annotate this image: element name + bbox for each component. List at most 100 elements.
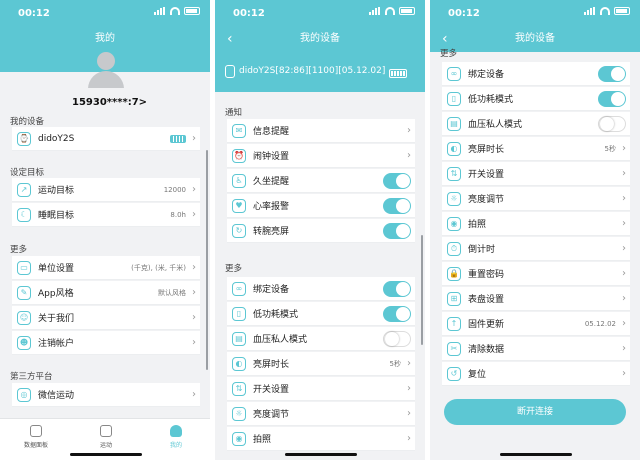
nav-bar: ‹ 我的设备: [215, 26, 425, 52]
row-countdown[interactable]: ⏱ 倒计时 ›: [442, 237, 630, 261]
chevron-right-icon: ›: [622, 243, 626, 254]
back-icon[interactable]: ‹: [227, 26, 233, 52]
chevron-right-icon: ›: [622, 143, 626, 154]
row-restore[interactable]: ↺ 复位 ›: [442, 362, 630, 386]
screen-icon: ◐: [232, 356, 246, 371]
alarm-icon: ⏰: [232, 148, 246, 163]
app-style-value: 默认风格: [158, 288, 186, 297]
wrist-icon: ↻: [232, 223, 246, 238]
section-more: 更多: [10, 245, 28, 255]
row-label: 拍照: [253, 435, 272, 445]
chevron-right-icon: ›: [407, 383, 411, 394]
more-row-camera[interactable]: ◉ 拍照 ›: [227, 427, 415, 451]
battery-mode-icon: ▯: [232, 306, 246, 321]
wrist-toggle[interactable]: [383, 222, 411, 239]
row-label: 亮度调节: [468, 195, 505, 205]
row-label: 低功耗模式: [253, 310, 299, 320]
more-row-bind[interactable]: ∞ 绑定设备: [227, 277, 415, 301]
row-label: 心率报警: [253, 202, 290, 212]
more-row-bp[interactable]: ▤ 血压私人模式: [227, 327, 415, 351]
bp-toggle[interactable]: [383, 330, 411, 347]
chevron-right-icon: ›: [407, 433, 411, 444]
timer-icon: ⏱: [447, 241, 461, 256]
bp-toggle[interactable]: [598, 115, 626, 132]
more-row-switch[interactable]: ⇅ 开关设置 ›: [227, 377, 415, 401]
notify-row-message[interactable]: ✉ 信息提醒 ›: [227, 119, 415, 143]
device-banner: didoY2S[82:86][1100][05.12.02]: [215, 52, 425, 92]
logout-row[interactable]: ☻ 注销帐户 ›: [12, 331, 200, 355]
row-brightness[interactable]: ☼ 亮度调节 ›: [442, 187, 630, 211]
notify-row-alarm[interactable]: ⏰ 闹钟设置 ›: [227, 144, 415, 168]
chevron-right-icon: ›: [407, 150, 411, 161]
row-bp[interactable]: ▤ 血压私人模式: [442, 112, 630, 136]
more-row-lowpower[interactable]: ▯ 低功耗模式: [227, 302, 415, 326]
brightness-icon: ☼: [447, 191, 461, 206]
scrollbar[interactable]: [421, 235, 423, 345]
home-icon: [30, 425, 42, 437]
bind-toggle[interactable]: [598, 65, 626, 82]
blood-pressure-icon: ▤: [232, 331, 246, 346]
row-label: 低功耗模式: [468, 95, 514, 105]
link-icon: ∞: [447, 66, 461, 81]
sit-icon: ♿: [232, 173, 246, 188]
chevron-right-icon: ›: [622, 218, 626, 229]
device-row[interactable]: ⌚ didoY2S ›: [12, 127, 200, 151]
more-row-brightness[interactable]: ☼ 亮度调节 ›: [227, 402, 415, 426]
tab-sport[interactable]: 运动: [76, 425, 136, 449]
row-bind[interactable]: ∞ 绑定设备: [442, 62, 630, 86]
status-bar: 00:12: [215, 0, 425, 26]
restore-icon: ↺: [447, 366, 461, 381]
chevron-right-icon: ›: [192, 287, 196, 298]
wechat-row[interactable]: ◎ 微信运动 ›: [12, 383, 200, 407]
sport-goal-row[interactable]: ↗ 运动目标 12000 ›: [12, 178, 200, 202]
tab-label: 运动: [99, 442, 112, 449]
row-switch[interactable]: ⇅ 开关设置 ›: [442, 162, 630, 186]
notify-row-heart[interactable]: ♥ 心率报警: [227, 194, 415, 218]
sedentary-toggle[interactable]: [383, 172, 411, 189]
row-watchface[interactable]: ⊞ 表盘设置 ›: [442, 287, 630, 311]
camera-icon: ◉: [232, 431, 246, 446]
chevron-right-icon: ›: [192, 337, 196, 348]
message-icon: ✉: [232, 123, 246, 138]
lowpower-toggle[interactable]: [383, 305, 411, 322]
heart-alarm-toggle[interactable]: [383, 197, 411, 214]
notify-row-sedentary[interactable]: ♿ 久坐提醒: [227, 169, 415, 193]
lowpower-toggle[interactable]: [598, 90, 626, 107]
screen-time-value: 5秒: [389, 359, 401, 368]
palette-icon: ✎: [17, 285, 31, 300]
row-firmware[interactable]: ↑ 固件更新 05.12.02 ›: [442, 312, 630, 336]
screen-time-value: 5秒: [604, 144, 616, 153]
signal-icon: [584, 7, 596, 15]
battery-icon: [614, 7, 630, 15]
chevron-right-icon: ›: [622, 343, 626, 354]
row-screen[interactable]: ◐ 亮屏时长 5秒 ›: [442, 137, 630, 161]
upload-icon: ↑: [447, 316, 461, 331]
tab-dashboard[interactable]: 数据面板: [6, 425, 66, 449]
row-reset-password[interactable]: 🔒 重置密码 ›: [442, 262, 630, 286]
app-style-row[interactable]: ✎ App风格 默认风格 ›: [12, 281, 200, 305]
tab-mine[interactable]: 我的: [146, 425, 206, 449]
bind-toggle[interactable]: [383, 280, 411, 297]
disconnect-button[interactable]: 断开连接: [444, 399, 626, 425]
phone-screen-my-device: 00:12 ‹ 我的设备 didoY2S[82:86][1100][05.12.0…: [215, 0, 425, 460]
row-label: 绑定设备: [468, 70, 505, 80]
battery-icon: [184, 7, 200, 15]
unit-setting-row[interactable]: ▭ 单位设置 (千克), (米, 千米) ›: [12, 256, 200, 280]
sleep-goal-row[interactable]: ☾ 睡眠目标 8.0h ›: [12, 203, 200, 227]
row-lowpower[interactable]: ▯ 低功耗模式: [442, 87, 630, 111]
chevron-right-icon: ›: [192, 209, 196, 220]
section-my-device: 我的设备: [10, 117, 45, 127]
phone-screen-mine: 00:12 我的 15930****:7> 我的设备 ⌚ didoY2S › 设…: [0, 0, 210, 460]
nav-bar: ‹ 我的设备: [430, 26, 640, 52]
row-clear-data[interactable]: ✂ 清除数据 ›: [442, 337, 630, 361]
sport-goal-value: 12000: [163, 185, 186, 194]
device-info: didoY2S[82:86][1100][05.12.02]: [239, 66, 386, 76]
row-camera[interactable]: ◉ 拍照 ›: [442, 212, 630, 236]
scrollbar[interactable]: [206, 150, 208, 370]
more-row-screen[interactable]: ◐ 亮屏时长 5秒 ›: [227, 352, 415, 376]
row-label: 血压私人模式: [468, 120, 523, 130]
about-row[interactable]: ☺ 关于我们 ›: [12, 306, 200, 330]
about-label: 关于我们: [38, 314, 75, 324]
avatar[interactable]: [86, 52, 126, 88]
notify-row-wrist[interactable]: ↻ 转腕亮屏: [227, 219, 415, 243]
